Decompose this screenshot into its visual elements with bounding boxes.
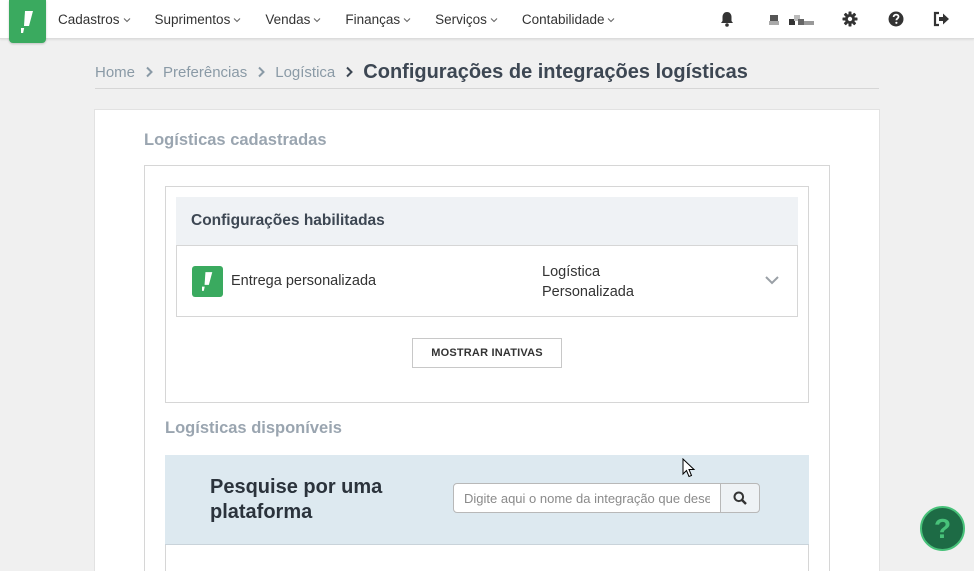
enabled-configs-header: Configurações habilitadas bbox=[176, 197, 798, 245]
page-title: Configurações de integrações logísticas bbox=[363, 60, 748, 83]
mouse-cursor-icon bbox=[682, 458, 696, 478]
logout-icon[interactable] bbox=[932, 10, 950, 28]
chevron-right-icon bbox=[146, 66, 153, 78]
breadcrumb-preferencias[interactable]: Preferências bbox=[163, 64, 247, 81]
available-logistics-title: Logísticas disponíveis bbox=[165, 419, 342, 437]
menu-label: Suprimentos bbox=[154, 12, 231, 27]
chevron-down-icon bbox=[313, 17, 321, 22]
logistic-type: Logística Personalizada bbox=[542, 262, 662, 302]
breadcrumb-logistica[interactable]: Logística bbox=[275, 64, 335, 81]
menu-financas[interactable]: Finanças bbox=[345, 12, 411, 27]
registered-logistics-box: Configurações habilitadas Entrega person… bbox=[165, 186, 809, 403]
question-circle-icon[interactable] bbox=[887, 10, 905, 28]
logistic-type-line2: Personalizada bbox=[542, 284, 634, 300]
chevron-down-icon bbox=[123, 17, 130, 22]
menu-servicos[interactable]: Serviços bbox=[435, 12, 498, 27]
chevron-down-icon bbox=[403, 17, 411, 22]
search-icon bbox=[733, 491, 747, 505]
menu-label: Cadastros bbox=[58, 12, 120, 27]
search-title: Pesquise por uma plataforma bbox=[210, 476, 383, 523]
chevron-right-icon bbox=[258, 66, 266, 78]
chevron-down-icon[interactable] bbox=[764, 274, 780, 286]
breadcrumb: Home Preferências Logística Configuraçõe… bbox=[95, 56, 879, 89]
main-panel: Logísticas cadastradas Configurações hab… bbox=[94, 109, 880, 571]
breadcrumb-home[interactable]: Home bbox=[95, 64, 135, 81]
chevron-down-icon bbox=[233, 17, 241, 22]
menu-suprimentos[interactable]: Suprimentos bbox=[155, 12, 242, 27]
show-inactive-button[interactable]: MOSTRAR INATIVAS bbox=[412, 338, 562, 368]
search-group bbox=[453, 483, 760, 513]
logistic-type-line1: Logística bbox=[542, 264, 601, 280]
chevron-down-icon bbox=[490, 17, 498, 22]
list-item[interactable]: Entrega personalizada Logística Personal… bbox=[176, 245, 798, 317]
registered-logistics-title: Logísticas cadastradas bbox=[144, 131, 327, 149]
exclamation-logo-icon[interactable] bbox=[9, 0, 46, 43]
main-menu: Cadastros Suprimentos Vendas Finanças Se… bbox=[58, 0, 639, 39]
available-results-area bbox=[165, 545, 809, 571]
menu-cadastros[interactable]: Cadastros bbox=[58, 12, 131, 27]
bell-icon[interactable] bbox=[718, 10, 736, 28]
gear-icon[interactable] bbox=[841, 10, 859, 28]
search-input[interactable] bbox=[453, 483, 721, 513]
chevron-down-icon bbox=[608, 17, 615, 22]
platform-search-panel: Pesquise por uma plataforma bbox=[165, 455, 809, 545]
help-button[interactable]: ? bbox=[920, 506, 965, 551]
user-avatar[interactable] bbox=[768, 13, 814, 25]
help-button-label: ? bbox=[933, 512, 952, 544]
menu-label: Vendas bbox=[265, 12, 311, 27]
logistic-name: Entrega personalizada bbox=[231, 273, 377, 289]
menu-vendas[interactable]: Vendas bbox=[265, 12, 321, 27]
menu-label: Contabilidade bbox=[521, 12, 605, 27]
menu-label: Serviços bbox=[435, 12, 487, 27]
top-navbar: Cadastros Suprimentos Vendas Finanças Se… bbox=[0, 0, 974, 43]
menu-label: Finanças bbox=[345, 12, 401, 27]
chevron-right-icon bbox=[346, 66, 354, 78]
logistics-container: Configurações habilitadas Entrega person… bbox=[144, 165, 830, 571]
exclamation-logo-icon bbox=[192, 266, 223, 297]
menu-contabilidade[interactable]: Contabilidade bbox=[522, 12, 616, 27]
search-button[interactable] bbox=[720, 483, 760, 513]
